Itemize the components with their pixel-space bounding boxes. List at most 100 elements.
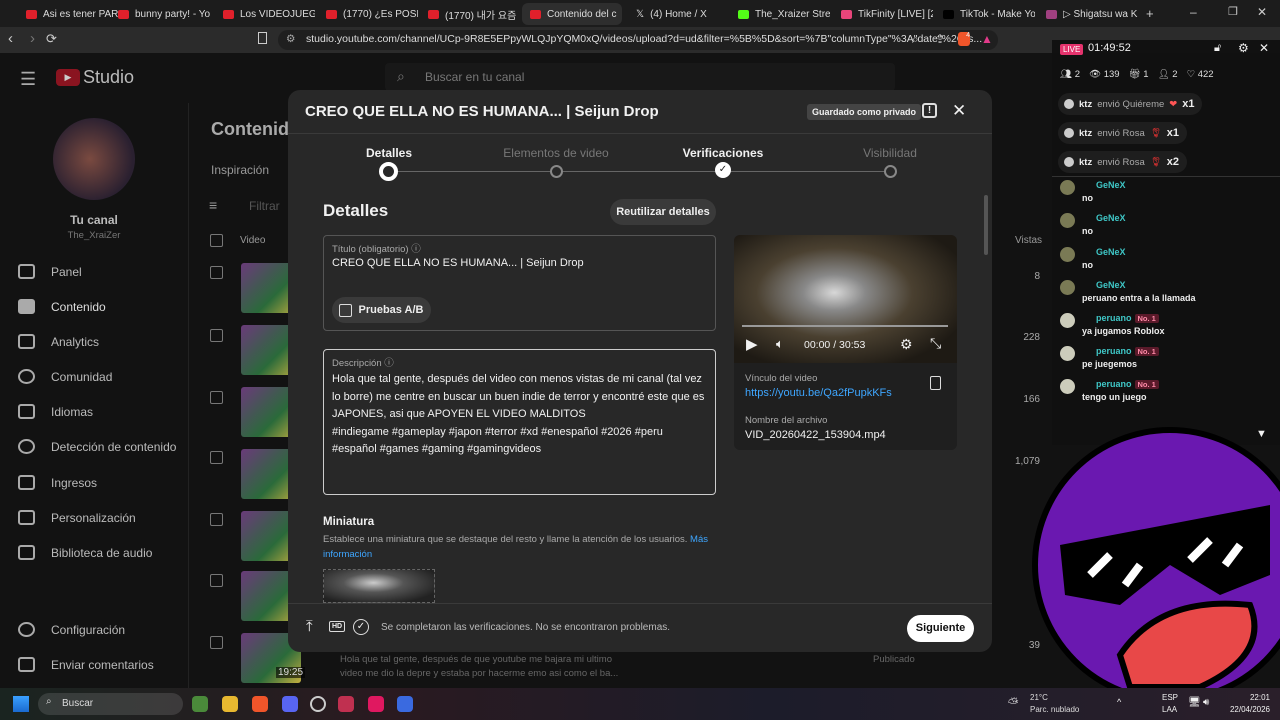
minimize-button[interactable]: – <box>1190 5 1197 19</box>
close-icon[interactable]: ✕ <box>1259 41 1269 55</box>
step-detalles[interactable]: Detalles <box>319 146 459 160</box>
reuse-details-button[interactable]: Reutilizar detalles <box>610 199 716 225</box>
sidebar-item-enviar-comentarios[interactable]: Enviar comentarios <box>18 657 154 672</box>
brave-icon[interactable] <box>252 696 268 712</box>
browser-tab[interactable]: The_Xraizer Stream <box>730 3 830 25</box>
app-icon[interactable] <box>397 696 413 712</box>
row-checkbox[interactable] <box>210 266 223 279</box>
copy-icon[interactable] <box>930 376 941 390</box>
step-verificaciones[interactable]: Verificaciones <box>653 146 793 160</box>
filter-icon[interactable]: ≡ <box>209 197 217 213</box>
clock-date[interactable]: 22/04/2026 <box>1222 705 1270 714</box>
sidebar-item-idiomas[interactable]: Idiomas <box>18 404 93 419</box>
settings-icon[interactable]: ⚙ <box>1238 41 1249 55</box>
clock-time[interactable]: 22:01 <box>1222 693 1270 702</box>
app-icon[interactable] <box>338 696 354 712</box>
back-button[interactable]: ‹ <box>8 30 13 47</box>
volume-icon[interactable]: 🔊︎ <box>1203 697 1209 708</box>
video-progress-bar[interactable] <box>742 325 948 327</box>
sidebar-item-comunidad[interactable]: Comunidad <box>18 369 112 384</box>
row-checkbox[interactable] <box>210 451 223 464</box>
brave-shield-icon[interactable]: 4 <box>958 32 970 46</box>
browser-tab[interactable]: Asi es tener PAREJA <box>18 3 118 25</box>
sidebar-item-analytics[interactable]: Analytics <box>18 334 99 349</box>
close-dialog-button[interactable]: ✕ <box>952 101 966 121</box>
close-window-button[interactable]: ✕ <box>1257 5 1267 19</box>
description-field[interactable]: Descripción ⓘ Hola que tal gente, despué… <box>323 349 716 495</box>
copilot-icon[interactable] <box>192 696 208 712</box>
select-all-checkbox[interactable] <box>210 234 223 247</box>
step-visibilidad[interactable]: Visibilidad <box>820 146 960 160</box>
network-icon[interactable]: 🖥︎ <box>1188 697 1201 708</box>
tray-chevron-icon[interactable]: ^ <box>1117 697 1121 707</box>
lock-icon[interactable]: 🔓︎ <box>1214 42 1221 55</box>
row-checkbox[interactable] <box>210 391 223 404</box>
new-tab-button[interactable]: + <box>1146 6 1154 21</box>
zoom-icon[interactable]: ⌕ <box>912 32 919 47</box>
thumbnail-option[interactable] <box>323 569 435 603</box>
sidebar-item-ingresos[interactable]: Ingresos <box>18 475 97 490</box>
help-icon[interactable]: ⓘ <box>411 244 421 255</box>
browser-tab[interactable]: 𝕏 (4) Home / X <box>628 3 728 25</box>
sidebar-item-panel[interactable]: Panel <box>18 264 82 279</box>
channel-search-input[interactable]: ⌕ Buscar en tu canal <box>385 63 895 91</box>
tab-inspiracion[interactable]: Inspiración <box>211 163 269 177</box>
search-icon: ⌕ <box>397 68 405 84</box>
row-checkbox[interactable] <box>210 574 223 587</box>
menu-icon[interactable]: ☰ <box>20 69 36 90</box>
browser-tab[interactable]: (1770) ¿Es POSIBLE <box>318 3 418 25</box>
language-indicator[interactable]: ESP <box>1162 693 1178 702</box>
avatar <box>1060 346 1075 361</box>
restore-button[interactable]: ❐ <box>1228 5 1238 18</box>
browser-tab-active[interactable]: Contenido del c✕ <box>522 3 622 25</box>
share-icon[interactable]: ⇪ <box>935 32 945 46</box>
sidebar-item-contenido[interactable]: Contenido <box>18 299 106 314</box>
fullscreen-icon[interactable]: ⤡ <box>930 335 941 352</box>
sidebar-item-deteccion[interactable]: Detección de contenido <box>18 439 176 454</box>
site-settings-icon[interactable]: ⚙ <box>286 33 295 45</box>
play-icon[interactable]: ▶ <box>746 335 758 353</box>
video-link-label: Vínculo del video <box>745 373 818 384</box>
volume-icon[interactable]: 🔈︎ <box>776 336 784 352</box>
row-checkbox[interactable] <box>210 636 223 649</box>
brave-rewards-icon[interactable]: ▲ <box>981 32 993 46</box>
channel-avatar[interactable] <box>53 118 135 200</box>
sidebar-item-configuracion[interactable]: Configuración <box>18 622 125 637</box>
sidebar-item-biblioteca-audio[interactable]: Biblioteca de audio <box>18 545 152 560</box>
feedback-icon[interactable]: ! <box>922 103 937 118</box>
browser-tab[interactable]: TikTok - Make Your <box>935 3 1035 25</box>
url-input[interactable]: ⚙ studio.youtube.com/channel/UCp-9R8E5EPp… <box>278 30 998 50</box>
row-checkbox[interactable] <box>210 329 223 342</box>
studio-logo[interactable]: ▶ Studio <box>56 67 134 88</box>
video-link[interactable]: https://youtu.be/Qa2fPupkKFs <box>745 387 892 399</box>
keyboard-layout[interactable]: LAA <box>1162 705 1177 714</box>
discord-icon[interactable] <box>282 696 298 712</box>
file-explorer-icon[interactable] <box>222 696 238 712</box>
filter-input[interactable]: Filtrar <box>249 199 280 213</box>
taskbar-search[interactable]: ⌕ Buscar <box>38 693 183 715</box>
browser-tab[interactable]: ▷ Shigatsu wa Kimi <box>1038 3 1138 25</box>
title-input[interactable]: CREO QUE ELLA NO ES HUMANA... | Seijun D… <box>332 257 584 269</box>
settings-icon[interactable]: ⚙ <box>900 336 913 353</box>
browser-tab[interactable]: (1770) 내가 요즘 <box>420 3 520 25</box>
sidebar-item-personalizacion[interactable]: Personalización <box>18 510 136 525</box>
row-checkbox[interactable] <box>210 513 223 526</box>
scrollbar[interactable] <box>984 195 988 255</box>
dashboard-icon <box>18 264 35 279</box>
reload-button[interactable]: ⟳ <box>46 31 57 47</box>
title-field[interactable]: Título (obligatorio) ⓘ CREO QUE ELLA NO … <box>323 235 716 331</box>
tiktok-icon[interactable] <box>368 696 384 712</box>
description-input[interactable]: Hola que tal gente, después del video co… <box>332 371 707 459</box>
bookmark-icon[interactable] <box>258 32 267 44</box>
help-icon[interactable]: ⓘ <box>384 358 394 369</box>
ab-test-button[interactable]: Pruebas A/B <box>332 297 431 323</box>
browser-tab[interactable]: Los VIDEOJUEGOS F <box>215 3 315 25</box>
x-icon: 𝕏 <box>636 8 645 20</box>
windows-start-icon[interactable] <box>13 696 29 712</box>
next-button[interactable]: Siguiente <box>907 615 974 642</box>
obs-icon[interactable] <box>310 696 326 712</box>
step-elementos-video[interactable]: Elementos de video <box>486 146 626 160</box>
forward-button[interactable]: › <box>30 30 35 47</box>
browser-tab[interactable]: TikFinity [LIVE] [2 Vi <box>833 3 933 25</box>
browser-tab[interactable]: bunny party! - YouT <box>110 3 210 25</box>
